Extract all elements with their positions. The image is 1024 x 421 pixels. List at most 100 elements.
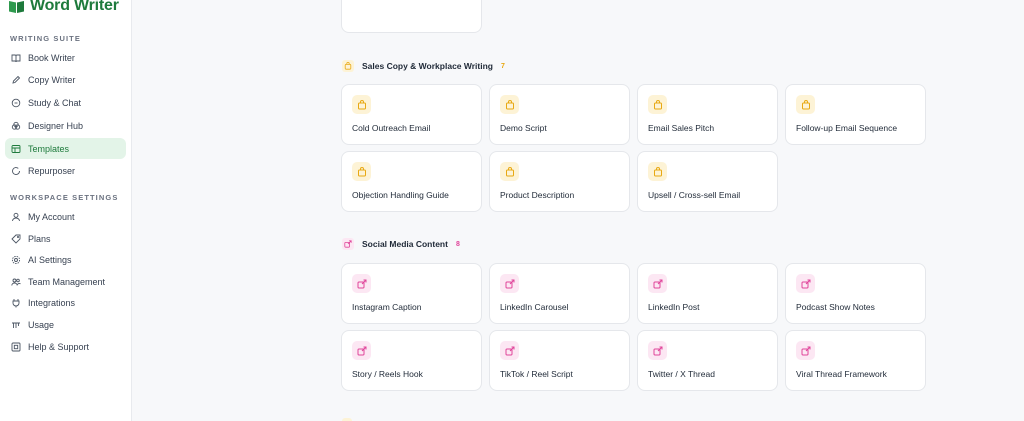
sidebar-item-label: Usage [28, 319, 55, 330]
template-card[interactable]: Follow-up Email Sequence [785, 84, 926, 145]
sidebar-item-label: Templates [28, 143, 70, 154]
template-card-label: Instagram Caption [352, 302, 422, 312]
sidebar-item-help-support[interactable]: Help & Support [5, 336, 126, 357]
template-card[interactable]: Twitter / X Thread [637, 330, 778, 391]
template-icon [11, 144, 21, 153]
section-header-sales: Sales Copy & Workplace Writing 7 [342, 60, 505, 72]
bag-icon [500, 95, 519, 114]
help-icon [11, 342, 21, 351]
app-name: Word Writer [30, 0, 119, 14]
template-card[interactable]: Objection Handling Guide [341, 151, 482, 212]
template-card-label: Email Sales Pitch [648, 123, 715, 133]
bag-icon [500, 162, 519, 181]
sidebar-item-team-management[interactable]: Team Management [5, 271, 126, 292]
sidebar-item-my-account[interactable]: My Account [5, 206, 126, 227]
section-header-social: Social Media Content 8 [342, 238, 460, 250]
template-card-label: Podcast Show Notes [796, 302, 875, 312]
user-icon [12, 212, 20, 221]
template-card-label: Product Description [500, 190, 575, 200]
section-title: Sales Copy & Workplace Writing [362, 61, 493, 71]
bag-icon [648, 162, 667, 181]
section-title: Social Media Content [362, 239, 448, 249]
pen-icon [12, 75, 21, 84]
sidebar-item-label: My Account [28, 211, 75, 222]
bag-icon [352, 95, 371, 114]
template-card[interactable]: TikTok / Reel Script [489, 330, 630, 391]
bag-icon [796, 95, 815, 114]
template-card-label: Upsell / Cross-sell Email [648, 190, 741, 200]
template-card[interactable]: Product Description [489, 151, 630, 212]
gear-icon [11, 255, 21, 264]
template-card[interactable]: Email Sales Pitch [637, 84, 778, 145]
usage-icon [12, 322, 20, 328]
book-logo-icon [9, 0, 24, 13]
template-card-label: Viral Thread Framework [796, 369, 887, 379]
sidebar-item-label: Study & Chat [28, 97, 82, 108]
sidebar-item-label: Plans [28, 233, 51, 244]
template-card[interactable]: LinkedIn Post [637, 263, 778, 324]
sidebar-item-plans[interactable]: Plans [5, 228, 126, 249]
bag-icon [352, 162, 371, 181]
template-card-label: Cold Outreach Email [352, 123, 431, 133]
sidebar-item-label: AI Settings [28, 254, 72, 265]
template-card-label: TikTok / Reel Script [500, 369, 573, 379]
book-icon [11, 54, 21, 62]
template-card-label: LinkedIn Carousel [500, 302, 569, 312]
writing-suite-title: WRITING SUITE [10, 34, 81, 43]
share-icon [648, 274, 667, 293]
sidebar-item-label: Help & Support [28, 341, 90, 352]
sidebar-item-label: Team Management [28, 276, 106, 287]
template-card[interactable]: Podcast Show Notes [785, 263, 926, 324]
template-card-partial[interactable] [341, 0, 482, 33]
bag-icon [648, 95, 667, 114]
template-card-label: Story / Reels Hook [352, 369, 423, 379]
workspace-settings-title: WORKSPACE SETTINGS [10, 193, 119, 202]
chat-icon [11, 98, 21, 107]
share-icon [500, 341, 519, 360]
sidebar-item-label: Repurposer [28, 165, 76, 176]
template-card[interactable]: Cold Outreach Email [341, 84, 482, 145]
sidebar-item-templates[interactable]: Templates [5, 138, 126, 159]
template-card[interactable]: LinkedIn Carousel [489, 263, 630, 324]
sidebar-item-book-writer[interactable]: Book Writer [5, 47, 126, 68]
sidebar-item-label: Copy Writer [28, 74, 76, 85]
template-card-label: Demo Script [500, 123, 547, 133]
templates-main: Sales Copy & Workplace Writing 7 Cold Ou… [132, 0, 1024, 421]
sidebar-item-usage[interactable]: Usage [5, 314, 126, 335]
sidebar-item-designer-hub[interactable]: Designer Hub [5, 115, 126, 136]
template-card[interactable]: Upsell / Cross-sell Email [637, 151, 778, 212]
app-logo[interactable]: Word Writer [8, 0, 119, 15]
sidebar-item-integrations[interactable]: Integrations [5, 292, 126, 313]
sidebar-item-label: Designer Hub [28, 120, 84, 131]
template-card[interactable]: Instagram Caption [341, 263, 482, 324]
share-icon [500, 274, 519, 293]
sidebar-item-ai-settings[interactable]: AI Settings [5, 249, 126, 270]
share-icon [648, 341, 667, 360]
template-card[interactable]: Demo Script [489, 84, 630, 145]
share-icon [342, 238, 354, 250]
palette-icon [11, 121, 21, 130]
template-card[interactable]: Viral Thread Framework [785, 330, 926, 391]
sidebar-item-label: Book Writer [28, 52, 75, 63]
tag-icon [11, 234, 21, 244]
refresh-icon [12, 166, 20, 175]
template-card[interactable]: Story / Reels Hook [341, 330, 482, 391]
sidebar-item-study-chat[interactable]: Study & Chat [5, 92, 126, 113]
share-icon [352, 274, 371, 293]
plug-icon [12, 298, 20, 307]
template-card-label: Follow-up Email Sequence [796, 123, 898, 133]
team-icon [11, 278, 21, 286]
sidebar-item-copy-writer[interactable]: Copy Writer [5, 69, 126, 90]
share-icon [796, 341, 815, 360]
bag-icon [342, 60, 354, 72]
share-icon [796, 274, 815, 293]
template-card-label: LinkedIn Post [648, 302, 700, 312]
section-count-badge: 8 [455, 240, 460, 248]
template-card-label: Objection Handling Guide [352, 190, 449, 200]
sidebar-item-repurposer[interactable]: Repurposer [5, 160, 126, 181]
template-card-label: Twitter / X Thread [648, 369, 715, 379]
section-count-badge: 7 [501, 62, 505, 70]
share-icon [352, 341, 371, 360]
section-header-partial-icon [342, 418, 352, 421]
sidebar: Word Writer WRITING SUITE Book Writer Co… [0, 0, 132, 421]
